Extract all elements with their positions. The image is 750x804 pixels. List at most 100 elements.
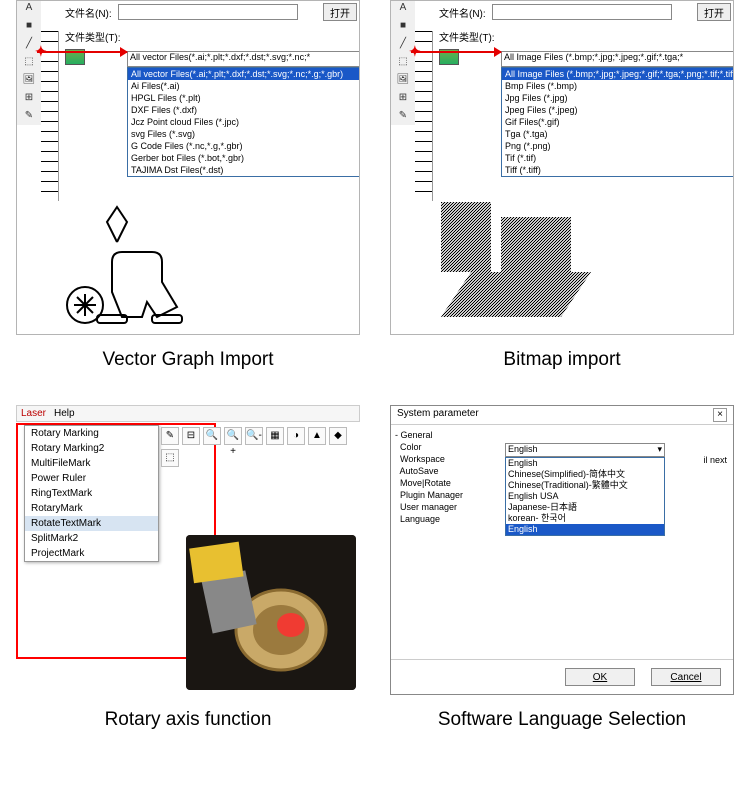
toolbar-icon[interactable]: ▦ <box>266 427 284 445</box>
filetype-label: 文件类型(T): <box>65 29 121 44</box>
tree-item[interactable]: Color <box>395 441 497 453</box>
dropdown-option[interactable]: Tiff (*.tiff) <box>502 164 734 176</box>
language-option[interactable]: Japanese-日本語 <box>506 502 664 513</box>
dropdown-option[interactable]: G Code Files (*.nc,*.g,*.gbr) <box>128 140 360 152</box>
arrow-icon: ✦ <box>35 43 47 60</box>
tool-icon[interactable]: ⊞ <box>17 89 41 107</box>
arrow-icon: ✦ <box>409 43 421 60</box>
dropdown-option[interactable]: All Image Files (*.bmp;*.jpg;*.jpeg;*.gi… <box>502 68 734 80</box>
dropdown-option[interactable]: Ai Files(*.ai) <box>128 80 360 92</box>
menu-item[interactable]: RingTextMark <box>25 486 158 501</box>
menu-item[interactable]: RotateTextMark <box>25 516 158 531</box>
language-option[interactable]: English <box>506 458 664 469</box>
tool-icon[interactable]: 🖼 <box>17 71 41 89</box>
dropdown-option[interactable]: Jpg Files (*.jpg) <box>502 92 734 104</box>
filename-input[interactable] <box>492 4 672 20</box>
toolbar-icon[interactable]: ◆ <box>329 427 347 445</box>
note-text: il next <box>703 455 727 465</box>
rotary-device-photo <box>186 535 356 690</box>
menu-item[interactable]: Power Ruler <box>25 471 158 486</box>
dropdown-option[interactable]: svg Files (*.svg) <box>128 128 360 140</box>
zoom-out-icon[interactable]: 🔍- <box>245 427 263 445</box>
dropdown-option[interactable]: Gif Files(*.gif) <box>502 116 734 128</box>
open-button[interactable]: 打开 <box>697 3 731 21</box>
toolbar-icon[interactable]: ✎ <box>161 427 179 445</box>
dropdown-option[interactable]: TAJIMA Dst Files(*.dst) <box>128 164 360 176</box>
dropdown-option[interactable]: Png (*.png) <box>502 140 734 152</box>
toolbar-icon[interactable]: ⬚ <box>161 449 179 467</box>
tool-icon[interactable]: 🖼 <box>391 71 415 89</box>
language-option[interactable]: English <box>506 524 664 535</box>
filename-label: 文件名(N): <box>65 5 112 20</box>
tree-item[interactable]: Language <box>395 513 497 525</box>
arrow-line <box>37 51 127 53</box>
bitmap-import-panel: A ■ ╱ ⬚ 🖼 ⊞ ✎ 文件名(N): 打开 文件类型(T): <box>390 0 734 335</box>
filetype-dropdown[interactable]: All Image Files (*.bmp;*.jpg;*.jpeg;*.gi… <box>501 51 734 67</box>
language-option[interactable]: English USA <box>506 491 664 502</box>
dropdown-option[interactable]: Gerber bot Files (*.bot,*.gbr) <box>128 152 360 164</box>
menubar[interactable]: Laser Help <box>16 405 360 422</box>
cancel-button[interactable]: Cancel <box>651 668 721 686</box>
tree-item[interactable]: Workspace <box>395 453 497 465</box>
menu-laser[interactable]: Laser <box>21 408 46 419</box>
tree-item[interactable]: Plugin Manager <box>395 489 497 501</box>
toolbar-icon[interactable]: ▲ <box>308 427 326 445</box>
tool-icon[interactable]: ✎ <box>391 107 415 125</box>
dropdown-option[interactable]: DXF Files (*.dxf) <box>128 104 360 116</box>
dropdown-option[interactable]: Jcz Point cloud Files (*.jpc) <box>128 116 360 128</box>
menu-item[interactable]: MultiFileMark <box>25 456 158 471</box>
menu-item[interactable]: Rotary Marking2 <box>25 441 158 456</box>
tool-icon[interactable]: ■ <box>391 17 415 35</box>
menu-item[interactable]: RotaryMark <box>25 501 158 516</box>
tree-item[interactable]: Move|Rotate <box>395 477 497 489</box>
dropdown-option[interactable]: Tga (*.tga) <box>502 128 734 140</box>
toolbar-icon[interactable]: ⊟ <box>182 427 200 445</box>
filename-label: 文件名(N): <box>439 5 486 20</box>
close-icon[interactable]: × <box>713 408 727 422</box>
tree-item[interactable]: - General <box>395 429 497 441</box>
filename-input[interactable] <box>118 4 298 20</box>
left-toolbar: A ■ ╱ ⬚ 🖼 ⊞ ✎ <box>17 0 41 125</box>
filetype-dropdown[interactable]: All vector Files(*.ai;*.plt;*.dxf;*.dst;… <box>127 51 360 67</box>
filetype-dropdown-list[interactable]: All vector Files(*.ai;*.plt;*.dxf;*.dst;… <box>127 67 360 177</box>
arrow-line <box>411 51 501 53</box>
bitmap-preview <box>431 197 611 327</box>
separator <box>391 659 733 660</box>
language-option[interactable]: Chinese(Traditional)-繁體中文 <box>506 480 664 491</box>
system-parameter-dialog: System parameter × - General Color Works… <box>390 405 734 695</box>
zoom-in-icon[interactable]: 🔍+ <box>224 427 242 445</box>
caption-lang: Software Language Selection <box>390 709 734 731</box>
menu-item[interactable]: SplitMark2 <box>25 531 158 546</box>
toolbar-icons: ✎ ⊟ 🔍 🔍+ 🔍- ▦ ◑ ▲ ◆ ⬚ <box>161 427 360 467</box>
menu-item[interactable]: Rotary Marking <box>25 426 158 441</box>
tree-item[interactable]: AutoSave <box>395 465 497 477</box>
rotary-panel: Laser Help Rotary MarkingRotary Marking2… <box>16 405 360 695</box>
tool-icon[interactable]: ⊞ <box>391 89 415 107</box>
language-dropdown-list[interactable]: EnglishChinese(Simplified)-简体中文Chinese(T… <box>505 457 665 536</box>
settings-tree[interactable]: - General Color Workspace AutoSave Move|… <box>391 425 501 667</box>
ok-button[interactable]: OK <box>565 668 635 686</box>
vector-preview <box>57 197 237 327</box>
dropdown-option[interactable]: All vector Files(*.ai;*.plt;*.dxf;*.dst;… <box>128 68 360 80</box>
laser-menu-list[interactable]: Rotary MarkingRotary Marking2MultiFileMa… <box>24 425 159 562</box>
tool-icon[interactable]: A <box>17 0 41 17</box>
language-dropdown[interactable]: English <box>505 443 665 457</box>
dropdown-option[interactable]: HPGL Files (*.plt) <box>128 92 360 104</box>
tool-icon[interactable]: A <box>391 0 415 17</box>
toolbar-icon[interactable]: ◑ <box>287 427 305 445</box>
filetype-dropdown-list[interactable]: All Image Files (*.bmp;*.jpg;*.jpeg;*.gi… <box>501 67 734 177</box>
dropdown-option[interactable]: Tif (*.tif) <box>502 152 734 164</box>
tool-icon[interactable]: ✎ <box>17 107 41 125</box>
menu-help[interactable]: Help <box>54 408 75 419</box>
dropdown-option[interactable]: Bmp Files (*.bmp) <box>502 80 734 92</box>
filetype-label: 文件类型(T): <box>439 29 495 44</box>
open-button[interactable]: 打开 <box>323 3 357 21</box>
menu-item[interactable]: ProjectMark <box>25 546 158 561</box>
language-option[interactable]: Chinese(Simplified)-简体中文 <box>506 469 664 480</box>
language-option[interactable]: korean- 한국어 <box>506 513 664 524</box>
dropdown-option[interactable]: Jpeg Files (*.jpeg) <box>502 104 734 116</box>
caption-rotary: Rotary axis function <box>16 709 360 731</box>
tree-item[interactable]: User manager <box>395 501 497 513</box>
tool-icon[interactable]: ■ <box>17 17 41 35</box>
search-icon[interactable]: 🔍 <box>203 427 221 445</box>
